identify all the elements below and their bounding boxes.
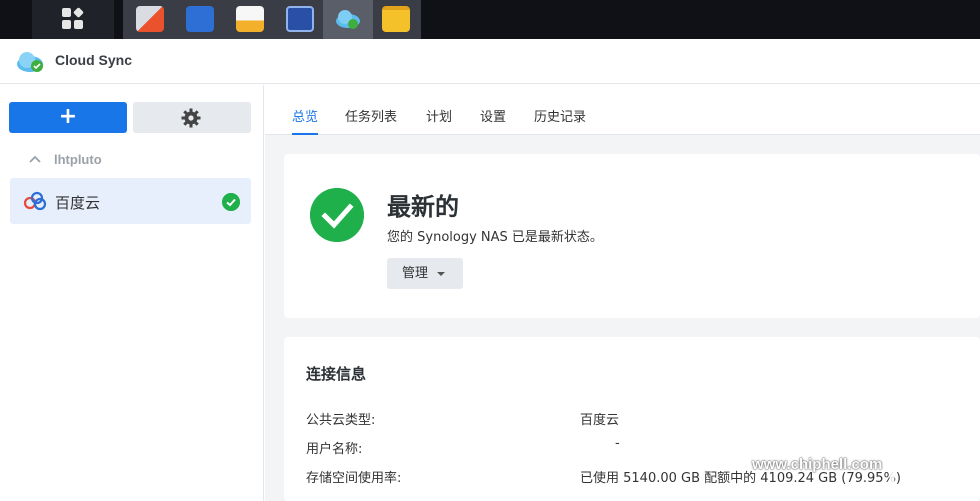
- status-card: 最新的 您的 Synology NAS 已是最新状态。 管理: [284, 154, 980, 318]
- caret-down-icon: [437, 272, 445, 276]
- resource-monitor-icon: [286, 6, 314, 32]
- settings-button[interactable]: [133, 102, 251, 133]
- cloud-sync-logo-icon: [17, 52, 43, 72]
- tab-overview[interactable]: 总览: [292, 106, 319, 135]
- manage-button-label: 管理: [402, 266, 429, 281]
- connection-info-title: 连接信息: [306, 365, 367, 383]
- chevron-up-icon[interactable]: [29, 155, 41, 163]
- tab-task-list[interactable]: 任务列表: [345, 106, 397, 135]
- tab-schedule[interactable]: 计划: [426, 106, 452, 135]
- username-value: -: [615, 436, 620, 451]
- package-center-icon: [236, 6, 264, 32]
- sidebar-item-label: 百度云: [55, 194, 101, 212]
- sidebar: + lhtpluto 百度云: [0, 85, 264, 501]
- manage-button[interactable]: 管理: [387, 258, 463, 289]
- control-panel-icon: [186, 6, 214, 32]
- taskbar-app-group: [123, 0, 421, 39]
- storage-usage-label: 存储空间使用率:: [306, 471, 402, 486]
- status-description: 您的 Synology NAS 已是最新状态。: [387, 230, 603, 245]
- gear-icon: [181, 108, 201, 128]
- status-title: 最新的: [387, 193, 459, 221]
- cloud-sync-icon: [336, 10, 360, 29]
- check-circle-icon: [222, 193, 240, 211]
- group-label[interactable]: lhtpluto: [54, 152, 102, 167]
- chiphell-watermark-logo: [877, 390, 951, 487]
- file-station-icon: [382, 6, 410, 32]
- storage-manager-icon: [136, 6, 164, 32]
- tab-history[interactable]: 历史记录: [534, 106, 586, 135]
- check-circle-icon: [310, 188, 364, 242]
- taskbar-app-cloud-sync[interactable]: [323, 0, 373, 39]
- taskbar-app-package-center[interactable]: [225, 0, 275, 39]
- username-label: 用户名称:: [306, 442, 363, 457]
- taskbar-app-control-panel[interactable]: [175, 0, 225, 39]
- cloud-type-label: 公共云类型:: [306, 413, 376, 428]
- sidebar-item-baidu[interactable]: 百度云: [10, 178, 251, 224]
- taskbar: [0, 0, 980, 39]
- app-header: Cloud Sync: [0, 39, 980, 84]
- add-connection-button[interactable]: +: [9, 102, 127, 133]
- tab-bar: 总览 任务列表 计划 设置 历史记录: [265, 85, 980, 135]
- app-title: Cloud Sync: [55, 52, 133, 68]
- baidu-cloud-icon: [23, 191, 47, 211]
- taskbar-app-storage-manager[interactable]: [125, 0, 175, 39]
- cloud-type-value: 百度云: [580, 413, 620, 428]
- taskbar-app-file-station[interactable]: [371, 0, 421, 39]
- watermark-text: www.chiphell.com: [752, 456, 883, 473]
- tab-settings[interactable]: 设置: [480, 106, 506, 135]
- main-menu-button[interactable]: [32, 0, 114, 39]
- taskbar-app-resource-monitor[interactable]: [275, 0, 325, 39]
- main-menu-icon: [62, 7, 84, 30]
